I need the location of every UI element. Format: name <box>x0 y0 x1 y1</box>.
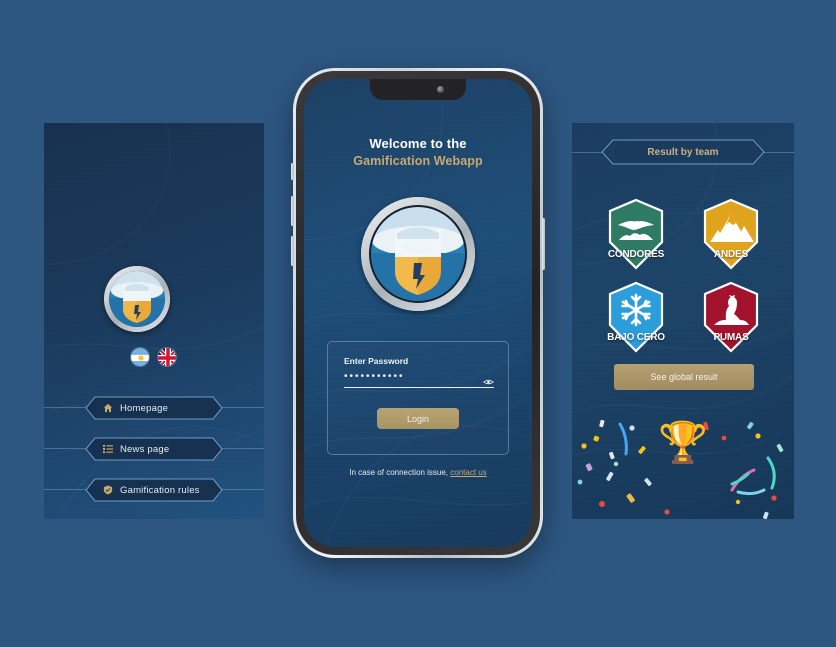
logo-inner-disc <box>369 205 467 303</box>
team-badge-andes[interactable]: ANDES <box>700 198 762 270</box>
shield-check-icon <box>103 485 113 495</box>
sidebar-logo <box>104 266 170 332</box>
welcome-title-line1: Welcome to the <box>369 136 467 151</box>
sidebar-item-label: News page <box>120 443 170 455</box>
team-badge-condores[interactable]: CONDORES <box>605 198 667 270</box>
team-label: ANDES <box>713 249 748 260</box>
team-label: CONDORES <box>607 249 665 260</box>
phone-screen: Welcome to the Gamification Webapp Enter… <box>304 79 532 547</box>
sidebar-menu-panel: ✕ Homepage News page <box>44 123 264 519</box>
flag-argentina[interactable] <box>130 347 150 367</box>
trophy-icon: 🏆 <box>658 421 708 465</box>
login-form-card: Enter Password ••••••••••• Login <box>327 341 509 455</box>
phone-volume-up-button[interactable] <box>291 196 294 226</box>
password-label: Enter Password <box>344 356 409 366</box>
phone-silent-switch[interactable] <box>291 163 294 180</box>
sidebar-item-label-wrap: News page <box>85 437 223 461</box>
sidebar-item-label-wrap: Gamification rules <box>85 478 223 502</box>
sidebar-item-gamification-rules[interactable]: Gamification rules <box>44 478 264 502</box>
phone-mockup: Welcome to the Gamification Webapp Enter… <box>291 68 545 558</box>
results-panel: Result by team CONDORES ANDES BAJO CERO … <box>572 123 794 519</box>
sidebar-item-label-wrap: Homepage <box>85 396 223 420</box>
sidebar-item-news-page[interactable]: News page <box>44 437 264 461</box>
sidebar-item-label: Gamification rules <box>120 484 200 496</box>
flag-united-kingdom[interactable] <box>157 347 177 367</box>
team-badge-pumas[interactable]: PUMAS <box>700 281 762 353</box>
phone-power-button[interactable] <box>542 218 545 270</box>
result-by-team-label: Result by team <box>647 146 719 158</box>
eye-icon[interactable] <box>483 373 494 391</box>
list-icon <box>103 444 113 454</box>
password-input[interactable]: ••••••••••• <box>344 370 494 388</box>
password-value: ••••••••••• <box>344 371 405 382</box>
connection-note-text: In case of connection issue, <box>349 468 449 477</box>
front-camera-icon <box>437 86 444 93</box>
app-logo <box>361 197 475 311</box>
logo-artwork <box>371 207 465 301</box>
connection-help-note: In case of connection issue, contact us <box>304 468 532 477</box>
home-icon <box>103 403 113 413</box>
welcome-title-line2: Gamification Webapp <box>353 154 483 168</box>
result-by-team-banner[interactable]: Result by team <box>572 139 794 165</box>
phone-notch <box>370 79 466 100</box>
phone-volume-down-button[interactable] <box>291 236 294 266</box>
team-label: PUMAS <box>713 332 749 343</box>
login-button[interactable]: Login <box>377 408 459 429</box>
see-global-result-button[interactable]: See global result <box>614 364 754 390</box>
contact-us-link[interactable]: contact us <box>450 468 486 477</box>
sidebar-item-homepage[interactable]: Homepage <box>44 396 264 420</box>
logo-artwork <box>109 271 165 327</box>
team-label: BAJO CERO <box>607 332 665 343</box>
team-badge-bajo-cero[interactable]: BAJO CERO <box>605 281 667 353</box>
logo-inner-disc <box>109 271 165 327</box>
sidebar-item-label: Homepage <box>120 402 169 414</box>
